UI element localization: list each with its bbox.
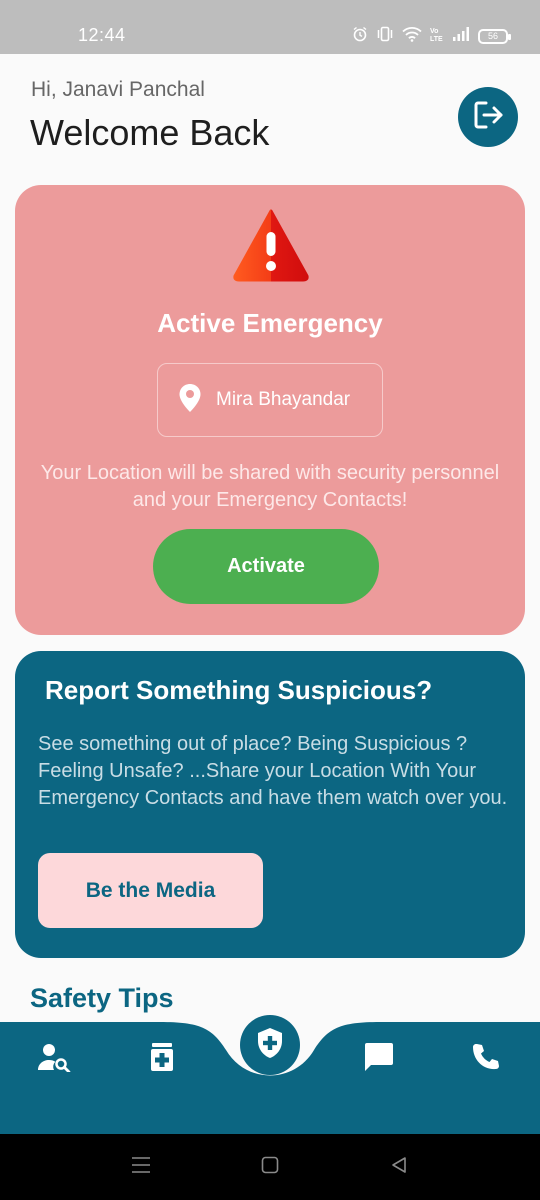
emergency-description: Your Location will be shared with securi… (40, 462, 500, 511)
square-icon (261, 1156, 279, 1179)
emergency-title: Active Emergency (157, 308, 383, 338)
wifi-icon (402, 26, 422, 47)
report-description: See something out of place? Being Suspic… (38, 733, 508, 809)
phone-icon (471, 1042, 501, 1077)
location-text: Mira Bhayandar (216, 389, 351, 410)
page-title: Welcome Back (30, 112, 270, 153)
svg-text:LTE: LTE (430, 36, 443, 42)
nav-phone[interactable] (464, 1037, 508, 1081)
vibrate-icon (376, 26, 394, 47)
nav-chat[interactable] (356, 1037, 400, 1081)
chat-icon (362, 1041, 394, 1078)
nav-user-search[interactable] (32, 1037, 76, 1081)
be-the-media-button[interactable]: Be the Media (38, 853, 263, 928)
shield-icon (256, 1027, 284, 1064)
signal-icon (452, 26, 470, 47)
status-time: 12:44 (78, 25, 126, 45)
logout-button[interactable] (458, 87, 518, 147)
recents-button[interactable] (126, 1154, 156, 1180)
back-button[interactable] (384, 1154, 414, 1180)
status-bar: 12:44 Vo LTE 56 (0, 0, 540, 54)
alarm-icon (352, 26, 368, 47)
report-title: Report Something Suspicious? (45, 675, 433, 705)
nav-home-shield[interactable] (240, 1015, 300, 1075)
location-pin-icon (178, 383, 202, 418)
system-nav-bar (0, 1134, 540, 1200)
volte-icon: Vo LTE (430, 26, 444, 47)
user-search-icon (37, 1042, 71, 1077)
activate-button[interactable]: Activate (153, 529, 379, 604)
greeting-text: Hi, Janavi Panchal (31, 78, 205, 101)
status-icons: Vo LTE 56 (352, 26, 511, 47)
back-triangle-icon (390, 1156, 408, 1179)
svg-text:Vo: Vo (430, 28, 438, 35)
nav-medicine[interactable] (140, 1037, 184, 1081)
location-chip[interactable]: Mira Bhayandar (157, 363, 383, 437)
home-button[interactable] (255, 1154, 285, 1180)
medicine-icon (149, 1042, 175, 1077)
warning-icon (232, 208, 310, 287)
battery-icon: 56 (478, 29, 511, 44)
menu-icon (131, 1156, 151, 1179)
logout-icon (470, 97, 506, 138)
